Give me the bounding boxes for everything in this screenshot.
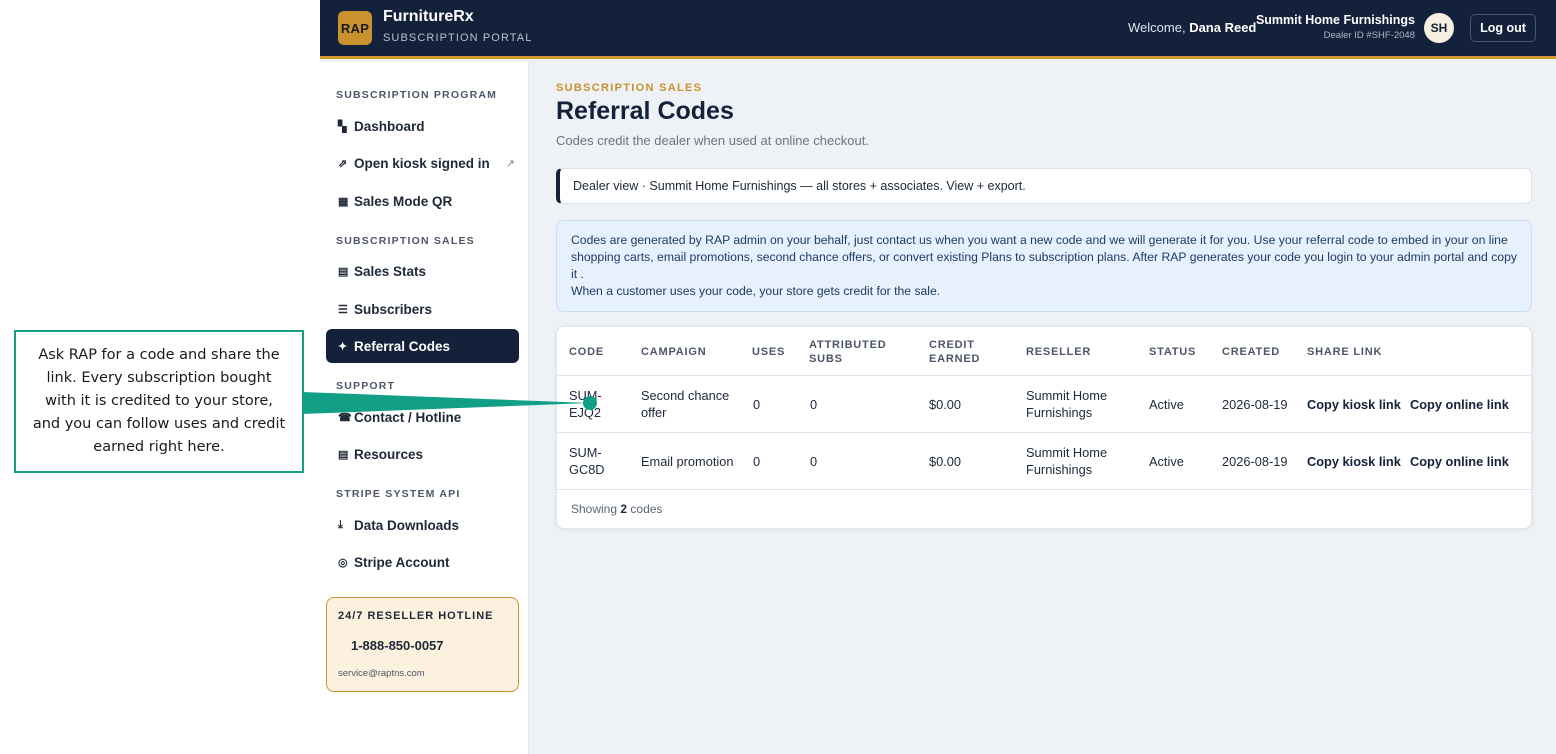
cell-code: SUM-GC8D <box>569 445 605 477</box>
column-header-reseller[interactable]: RESELLER <box>1026 337 1136 367</box>
info-text-credit: When a customer uses your code, your sto… <box>571 284 941 298</box>
sidebar-item-referral-codes[interactable]: ✦ Referral Codes <box>326 329 519 363</box>
sidebar-item-label: Referral Codes <box>354 338 451 354</box>
sidebar-section-subscription-sales: SUBSCRIPTION SALES <box>336 235 475 247</box>
dealer-id: Dealer ID #SHF-2048 <box>1323 30 1415 41</box>
footer-prefix: Showing <box>571 502 618 516</box>
sidebar-item-dashboard[interactable]: ▚ Dashboard <box>326 109 519 143</box>
cell-created: 2026-08-19 <box>1222 396 1288 412</box>
page-title: Referral Codes <box>556 97 734 125</box>
sidebar: SUBSCRIPTION PROGRAM ▚ Dashboard ⇗ Open … <box>320 62 529 754</box>
welcome-prefix: Welcome, <box>1128 20 1186 35</box>
page-subtitle: Codes credit the dealer when used at onl… <box>556 133 869 148</box>
column-header-code[interactable]: CODE <box>569 337 629 367</box>
sidebar-item-open-kiosk[interactable]: ⇗ Open kiosk signed in ↗ <box>326 146 519 180</box>
sparkle-icon: ✦ <box>338 340 348 353</box>
cell-created: 2026-08-19 <box>1222 453 1288 469</box>
sidebar-item-subscribers[interactable]: ☰ Subscribers <box>326 292 519 326</box>
table-row: SUM-EJQ2 Second chance offer 0 0 $0.00 S… <box>557 376 1531 433</box>
cell-credit-earned: $0.00 <box>929 453 962 469</box>
info-box: Codes are generated by RAP admin on your… <box>556 220 1532 312</box>
cell-status: Active <box>1149 453 1184 469</box>
sidebar-item-stripe-account[interactable]: ◎ Stripe Account <box>326 545 519 579</box>
user-name: Dana Reed <box>1189 20 1257 35</box>
table-footer: Showing 2 codes <box>571 502 662 516</box>
cell-reseller: Summit Home Furnishings <box>1026 388 1108 420</box>
hotline-title: 24/7 RESELLER HOTLINE <box>338 610 494 622</box>
column-header-campaign[interactable]: CAMPAIGN <box>641 337 741 367</box>
column-header-credit-earned[interactable]: CREDIT EARNED <box>929 337 1009 367</box>
callout-text: Ask RAP for a code and share the link. E… <box>32 347 286 455</box>
cell-uses: 0 <box>753 396 761 412</box>
sidebar-section-subscription-program: SUBSCRIPTION PROGRAM <box>336 89 498 101</box>
list-icon: ☰ <box>338 303 348 316</box>
phone-icon: ☎ <box>338 411 352 424</box>
hotline-phone[interactable]: 1-888-850-0057 <box>351 638 444 653</box>
document-icon: ▤ <box>338 448 349 461</box>
external-arrow-icon: ⇗ <box>338 157 348 170</box>
sidebar-item-label: Resources <box>354 446 424 462</box>
qr-icon: ▦ <box>338 195 349 208</box>
sidebar-section-support: SUPPORT <box>336 380 396 392</box>
hotline-email[interactable]: service@raptns.com <box>338 668 425 679</box>
external-link-icon: ↗ <box>505 157 515 170</box>
section-eyebrow: SUBSCRIPTION SALES <box>556 82 703 94</box>
sidebar-section-stripe-api: STRIPE SYSTEM API <box>336 488 461 500</box>
footer-count: 2 <box>620 502 628 516</box>
dealer-view-note: Dealer view · Summit Home Furnishings — … <box>556 168 1532 204</box>
sidebar-item-label: Sales Mode QR <box>354 193 453 209</box>
sidebar-item-resources[interactable]: ▤ Resources <box>326 437 519 471</box>
cell-attributed-subs: 0 <box>810 396 818 412</box>
table-row: SUM-GC8D Email promotion 0 0 $0.00 Summi… <box>557 433 1531 490</box>
footer-suffix: codes <box>630 502 663 516</box>
sidebar-item-label: Subscribers <box>354 301 433 317</box>
cell-reseller: Summit Home Furnishings <box>1026 445 1108 477</box>
cell-code: SUM-EJQ2 <box>569 388 602 420</box>
sidebar-item-label: Sales Stats <box>354 263 427 279</box>
cell-campaign: Second chance offer <box>641 388 730 420</box>
column-header-share-link: SHARE LINK <box>1307 346 1383 358</box>
stripe-icon: ◎ <box>338 556 348 569</box>
column-header-status[interactable]: STATUS <box>1149 337 1219 367</box>
download-icon: ⤓ <box>338 518 343 531</box>
cell-attributed-subs: 0 <box>810 453 818 469</box>
dashboard-icon: ▚ <box>338 120 347 133</box>
hotline-card: 24/7 RESELLER HOTLINE 1-888-850-0057 ser… <box>326 597 519 692</box>
copy-online-link-button[interactable]: Copy online link <box>1410 433 1520 489</box>
sidebar-item-data-downloads[interactable]: ⤓ Data Downloads <box>326 508 519 542</box>
sidebar-item-label: Dashboard <box>354 118 425 134</box>
app-window: RAP FurnitureRx SUBSCRIPTION PORTAL Welc… <box>320 0 1556 754</box>
sidebar-item-sales-stats[interactable]: ▤ Sales Stats <box>326 254 519 288</box>
sidebar-item-label: Stripe Account <box>354 554 450 570</box>
cell-campaign: Email promotion <box>641 453 734 469</box>
column-header-uses[interactable]: USES <box>752 337 802 367</box>
sidebar-item-label: Open kiosk signed in <box>354 155 490 171</box>
dealer-name: Summit Home Furnishings <box>1255 13 1415 27</box>
callout-box: Ask RAP for a code and share the link. E… <box>14 330 304 473</box>
copy-online-link-button[interactable]: Copy online link <box>1410 376 1520 432</box>
logo[interactable]: RAP <box>338 11 372 45</box>
cell-credit-earned: $0.00 <box>929 396 962 412</box>
dealer-info: Summit Home Furnishings Dealer ID #SHF-2… <box>1255 13 1415 41</box>
sidebar-item-sales-mode-qr[interactable]: ▦ Sales Mode QR <box>326 184 519 218</box>
copy-kiosk-link-button[interactable]: Copy kiosk link <box>1307 376 1407 432</box>
column-header-attributed-subs[interactable]: ATTRIBUTED SUBS <box>809 337 909 367</box>
cell-status: Active <box>1149 396 1184 412</box>
column-header-created[interactable]: CREATED <box>1222 337 1302 367</box>
cell-uses: 0 <box>753 453 761 469</box>
avatar[interactable]: SH <box>1424 13 1454 43</box>
sidebar-item-contact-hotline[interactable]: ☎ Contact / Hotline <box>326 400 519 434</box>
top-bar: RAP FurnitureRx SUBSCRIPTION PORTAL Welc… <box>320 0 1556 59</box>
sidebar-item-label: Contact / Hotline <box>354 409 462 425</box>
info-text: Codes are generated by RAP admin on your… <box>571 233 1517 281</box>
brand-name: FurnitureRx <box>383 8 474 25</box>
logout-button[interactable]: Log out <box>1470 14 1536 42</box>
brand-subtitle: SUBSCRIPTION PORTAL <box>383 32 533 44</box>
sidebar-item-label: Data Downloads <box>354 517 460 533</box>
stats-icon: ▤ <box>338 265 349 278</box>
copy-kiosk-link-button[interactable]: Copy kiosk link <box>1307 433 1407 489</box>
referral-codes-table: CODE CAMPAIGN USES ATTRIBUTED SUBS CREDI… <box>556 326 1532 529</box>
welcome-text: Welcome, Dana Reed <box>1128 20 1256 35</box>
